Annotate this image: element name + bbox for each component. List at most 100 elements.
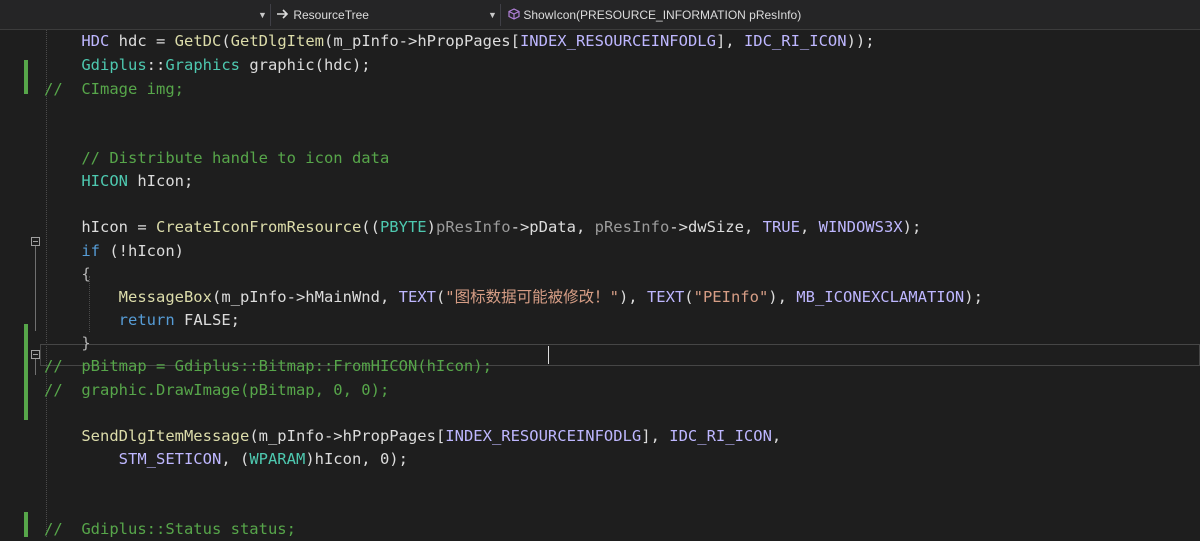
class-dropdown-chevron-icon[interactable]: ▼ bbox=[488, 4, 497, 26]
fold-region-line bbox=[35, 246, 36, 331]
code-line[interactable]: Gdiplus::Graphics graphic(hdc); bbox=[44, 54, 371, 77]
code-token: HICON bbox=[81, 172, 128, 190]
code-token: pResInfo bbox=[594, 218, 670, 236]
code-token: (m_pInfo->hPropPages[ bbox=[324, 32, 520, 50]
code-token: WINDOWS3X bbox=[818, 218, 903, 236]
code-token: GetDlgItem bbox=[230, 32, 324, 50]
code-token: // pBitmap = Gdiplus::Bitmap::FromHICON(… bbox=[44, 357, 492, 375]
fold-toggle-icon[interactable] bbox=[31, 237, 40, 246]
code-token: // Gdiplus::Status status; bbox=[44, 520, 296, 538]
code-token: (( bbox=[361, 218, 380, 236]
code-line[interactable]: // Distribute handle to icon data bbox=[44, 147, 389, 170]
code-token: ( bbox=[435, 288, 446, 306]
code-token: IDC_RI_ICON bbox=[669, 427, 772, 445]
code-line[interactable]: return FALSE; bbox=[44, 309, 240, 332]
change-bar bbox=[24, 512, 28, 537]
code-token: hIcon; bbox=[128, 172, 194, 190]
code-token: ) bbox=[426, 218, 436, 236]
code-token: (m_pInfo->hPropPages[ bbox=[249, 427, 446, 445]
code-line[interactable]: HICON hIcon; bbox=[44, 170, 193, 193]
arrow-right-icon bbox=[276, 5, 290, 27]
code-token: ->pData, bbox=[510, 218, 595, 236]
code-token: return bbox=[118, 311, 175, 329]
code-token: IDC_RI_ICON bbox=[743, 32, 847, 50]
class-dropdown[interactable]: ResourceTree bbox=[276, 4, 369, 26]
code-token: Gdiplus bbox=[81, 56, 147, 74]
code-token: STM_SETICON bbox=[118, 450, 222, 468]
code-token: ->dwSize, bbox=[669, 218, 763, 236]
code-token: // CImage img; bbox=[44, 80, 184, 98]
code-line[interactable]: SendDlgItemMessage(m_pInfo->hPropPages[I… bbox=[44, 425, 781, 448]
navbar-separator bbox=[500, 4, 501, 26]
code-token: Graphics bbox=[165, 56, 240, 74]
code-token: ( bbox=[221, 32, 231, 50]
text-caret bbox=[548, 346, 549, 364]
method-dropdown[interactable]: ShowIcon(PRESOURCE_INFORMATION pResInfo) bbox=[508, 4, 801, 26]
navigation-bar: ▼ ResourceTree ▼ ShowIcon(PRESOURCE_INFO… bbox=[0, 0, 1200, 30]
method-name: ShowIcon(PRESOURCE_INFORMATION pResInfo) bbox=[523, 8, 802, 22]
code-token: graphic(hdc); bbox=[239, 56, 371, 74]
fold-toggle-icon[interactable] bbox=[31, 350, 40, 359]
code-token: TEXT bbox=[646, 288, 685, 306]
code-line[interactable]: HDC hdc = GetDC(GetDlgItem(m_pInfo->hPro… bbox=[44, 30, 874, 53]
code-line[interactable]: // graphic.DrawImage(pBitmap, 0, 0); bbox=[44, 379, 389, 402]
code-token: ), bbox=[618, 288, 647, 306]
code-token: "图标数据可能被修改！" bbox=[445, 288, 619, 306]
code-token: GetDC bbox=[174, 32, 222, 50]
code-line[interactable]: // pBitmap = Gdiplus::Bitmap::FromHICON(… bbox=[44, 355, 492, 378]
change-bar bbox=[24, 60, 28, 94]
code-editor[interactable]: HDC hdc = GetDC(GetDlgItem(m_pInfo->hPro… bbox=[0, 30, 1200, 538]
code-token: if bbox=[81, 242, 100, 260]
code-token: pResInfo bbox=[435, 218, 511, 236]
method-cube-icon bbox=[508, 5, 520, 27]
code-token: hIcon = bbox=[81, 218, 156, 236]
code-line[interactable]: // Gdiplus::Status status; bbox=[44, 518, 296, 541]
code-token: PBYTE bbox=[379, 218, 427, 236]
code-token: INDEX_RESOURCEINFODLG bbox=[445, 427, 642, 445]
code-line[interactable]: if (!hIcon) bbox=[44, 240, 184, 263]
code-token: // graphic.DrawImage(pBitmap, 0, 0); bbox=[44, 381, 390, 399]
code-token: FALSE; bbox=[174, 311, 240, 329]
change-bar bbox=[24, 324, 28, 420]
code-token: ); bbox=[964, 288, 983, 306]
code-line[interactable]: } bbox=[44, 332, 91, 355]
code-line[interactable]: { bbox=[44, 263, 91, 286]
code-line[interactable]: // CImage img; bbox=[44, 78, 184, 101]
code-token: TRUE bbox=[762, 218, 800, 236]
scope-dropdown-chevron-icon[interactable]: ▼ bbox=[258, 4, 267, 26]
code-token: :: bbox=[146, 56, 166, 74]
code-token: MessageBox bbox=[118, 288, 212, 306]
code-line[interactable]: hIcon = CreateIconFromResource((PBYTE)pR… bbox=[44, 216, 921, 239]
code-line[interactable]: STM_SETICON, (WPARAM)hIcon, 0); bbox=[44, 448, 408, 471]
code-token: (m_pInfo->hMainWnd, bbox=[211, 288, 399, 306]
code-token: ], bbox=[641, 427, 670, 445]
class-name: ResourceTree bbox=[293, 8, 369, 22]
code-token: , bbox=[771, 427, 782, 445]
code-line[interactable]: MessageBox(m_pInfo->hMainWnd, TEXT("图标数据… bbox=[44, 286, 983, 309]
code-token: ), bbox=[768, 288, 797, 306]
code-token: } bbox=[81, 334, 91, 352]
code-token: HDC bbox=[81, 32, 110, 50]
fold-region-line bbox=[35, 359, 36, 375]
navbar-separator bbox=[270, 4, 271, 26]
code-token: { bbox=[81, 265, 91, 283]
code-token: )hIcon, 0); bbox=[305, 450, 408, 468]
code-token: "PEInfo" bbox=[693, 288, 769, 306]
code-token: WPARAM bbox=[249, 450, 306, 468]
code-token: TEXT bbox=[398, 288, 436, 306]
code-token: ); bbox=[902, 218, 922, 236]
code-token: ], bbox=[715, 32, 744, 50]
code-token: , bbox=[799, 218, 819, 236]
